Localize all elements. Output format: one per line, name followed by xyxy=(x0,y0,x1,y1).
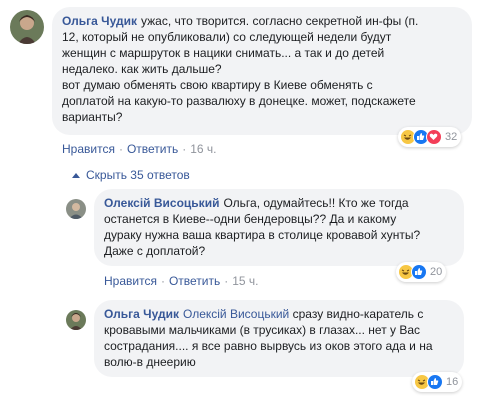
reply-button[interactable]: Ответить xyxy=(127,142,178,156)
reaction-count: 32 xyxy=(445,131,458,143)
reply-line: волю-в днеерию xyxy=(104,355,196,369)
reply-line: останется в Киеве--одни бендеровцы?? Да … xyxy=(104,212,397,226)
like-icon xyxy=(411,264,427,280)
comment-line: ужас, что творится. согласно секретной и… xyxy=(141,14,419,28)
reply-line: дураку нужна ваша квартира в столице кро… xyxy=(104,228,421,242)
comment-line: женщин с маршруток в нацики снимать... а… xyxy=(62,46,385,60)
reply-line: сострадания.... я все равно вырвусь из о… xyxy=(104,339,433,353)
reply-line: Ольга, одумайтесь!! Кто же тогда xyxy=(223,196,409,210)
comment-line: 12, который не опубликовали) со следующе… xyxy=(62,30,392,44)
reply-author[interactable]: Олексій Висоцький xyxy=(104,196,219,210)
avatar[interactable] xyxy=(10,10,44,44)
hide-replies-label: Скрыть 35 ответов xyxy=(86,168,190,182)
reply-actions: Нравится · Ответить · 15 ч. xyxy=(104,274,259,288)
comment-line: варианты? xyxy=(62,110,123,124)
reply-bubble: Ольга Чудик Олексій Висоцький сразу видно… xyxy=(94,300,464,377)
separator: · xyxy=(182,142,187,156)
comment-line: недалеко. как жить дальше? xyxy=(62,62,222,76)
comment-actions: Нравится · Ответить · 16 ч. xyxy=(62,142,217,156)
reactions-summary[interactable]: 32 xyxy=(398,127,462,147)
avatar-photo-olga xyxy=(10,10,44,44)
reply-line: кровавыми мальчиками (в трусиках) в глаз… xyxy=(104,323,421,337)
reactions-summary[interactable]: 16 xyxy=(412,372,463,392)
separator: · xyxy=(160,274,165,288)
timestamp[interactable]: 16 ч. xyxy=(190,142,216,156)
comment-author[interactable]: Ольга Чудик xyxy=(62,14,137,28)
reply-line: сразу видно-каратель с xyxy=(292,307,424,321)
avatar-photo-oleksiy xyxy=(66,199,86,219)
mention-link[interactable]: Олексій Висоцький xyxy=(183,307,289,321)
reply-button[interactable]: Ответить xyxy=(169,274,220,288)
avatar[interactable] xyxy=(66,199,86,219)
comment-line: вот думаю обменять свою квартиру в Киеве… xyxy=(62,78,373,92)
avatar[interactable] xyxy=(66,310,86,330)
separator: · xyxy=(224,274,229,288)
reactions-summary[interactable]: 20 xyxy=(396,262,447,282)
like-button[interactable]: Нравится xyxy=(62,142,115,156)
reply-bubble: Олексій Висоцький Ольга, одумайтесь!! Кто… xyxy=(94,189,464,266)
timestamp[interactable]: 15 ч. xyxy=(232,274,258,288)
like-button[interactable]: Нравится xyxy=(104,274,157,288)
chevron-up-icon xyxy=(72,172,80,178)
comment-text: Ольга Чудик ужас, что творится. согласно … xyxy=(62,13,462,125)
love-icon xyxy=(426,129,442,145)
reaction-count: 16 xyxy=(446,376,459,388)
comment-line: доплатой на какую-то развалюху в донецке… xyxy=(62,94,416,108)
reply-text: Олексій Висоцький Ольга, одумайтесь!! Кто… xyxy=(104,195,454,259)
reply-author[interactable]: Ольга Чудик xyxy=(104,307,179,321)
hide-replies-toggle[interactable]: Скрыть 35 ответов xyxy=(72,168,190,182)
like-icon xyxy=(427,374,443,390)
reply-text: Ольга Чудик Олексій Висоцький сразу видно… xyxy=(104,306,454,370)
reply-line: Даже с доплатой? xyxy=(104,244,206,258)
avatar-photo-olga xyxy=(66,310,86,330)
comment-bubble: Ольга Чудик ужас, что творится. согласно … xyxy=(52,7,472,135)
reaction-count: 20 xyxy=(430,266,443,278)
separator: · xyxy=(118,142,123,156)
